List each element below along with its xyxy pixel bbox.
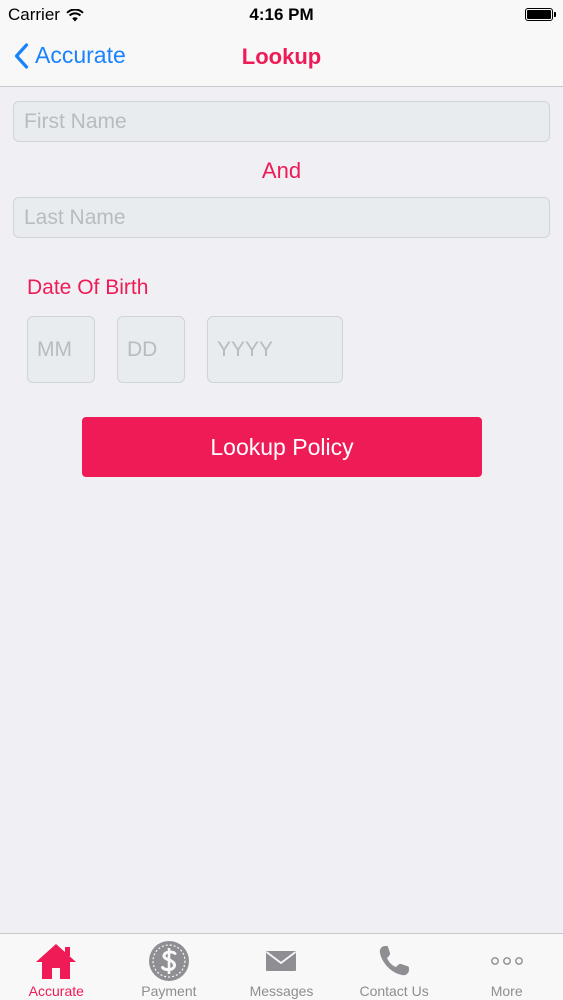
dob-year-input[interactable] [207, 316, 343, 383]
tab-label: More [490, 983, 523, 999]
tab-accurate[interactable]: Accurate [0, 934, 113, 1000]
dob-month-input[interactable] [27, 316, 95, 383]
tab-bar: Accurate Payment Messages Contact Us Mor… [0, 933, 563, 1000]
phone-icon [372, 940, 416, 982]
tab-label: Messages [249, 983, 314, 999]
battery-icon [525, 8, 556, 21]
tab-messages[interactable]: Messages [225, 934, 338, 1000]
last-name-input[interactable] [13, 197, 550, 238]
chevron-left-icon [14, 42, 29, 69]
tab-label: Contact Us [359, 983, 429, 999]
navigation-bar: Accurate Lookup [0, 30, 563, 87]
tab-label: Payment [141, 983, 197, 999]
status-time: 4:16 PM [249, 5, 314, 24]
tab-payment[interactable]: Payment [113, 934, 226, 1000]
back-button[interactable]: Accurate [14, 42, 126, 69]
home-icon [34, 940, 78, 982]
and-label: And [261, 158, 302, 183]
tab-label: Accurate [28, 983, 84, 999]
date-of-birth-label: Date Of Birth [27, 276, 149, 299]
dollar-coin-icon [147, 940, 191, 982]
lookup-policy-button[interactable]: Lookup Policy [82, 417, 482, 477]
tab-contact-us[interactable]: Contact Us [338, 934, 451, 1000]
dob-day-input[interactable] [117, 316, 185, 383]
more-dots-icon [485, 940, 529, 982]
back-button-label: Accurate [35, 42, 126, 68]
first-name-input[interactable] [13, 101, 550, 142]
tab-more[interactable]: More [450, 934, 563, 1000]
envelope-icon [259, 940, 303, 982]
status-bar: Carrier 4:16 PM [0, 0, 563, 30]
